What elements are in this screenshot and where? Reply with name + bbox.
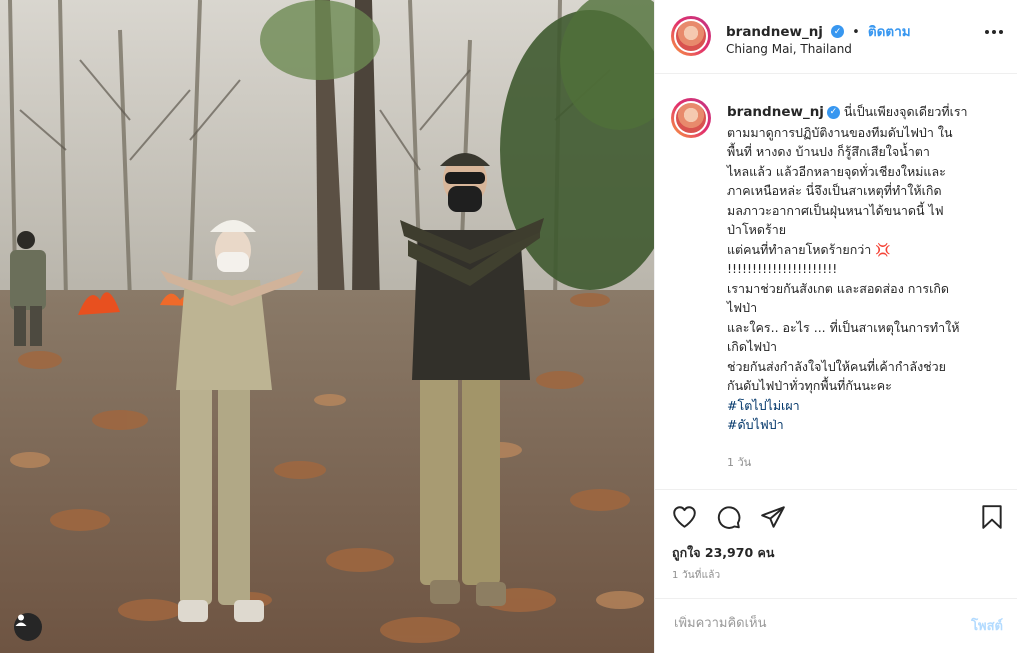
share-icon[interactable]: [760, 504, 786, 530]
post-side-panel: brandnew_nj ✓ • ติดตาม Chiang Mai, Thail…: [654, 0, 1017, 653]
follow-button[interactable]: ติดตาม: [868, 24, 911, 40]
comment-input[interactable]: [672, 615, 946, 632]
post-timestamp[interactable]: 1 วันที่แล้ว: [672, 568, 720, 583]
bookmark-icon[interactable]: [979, 504, 1005, 530]
post-comment-button[interactable]: โพสต์: [971, 615, 1003, 636]
avatar[interactable]: [671, 16, 711, 56]
hashtag-link[interactable]: #โตไปไม่เผา: [727, 396, 997, 416]
hashtag-link[interactable]: #ดับไฟป่า: [727, 415, 997, 435]
comment-bar: โพสต์: [655, 598, 1017, 653]
verified-badge-icon: ✓: [826, 106, 840, 119]
post-actions: ถูกใจ 23,970 คน 1 วันที่แล้ว: [655, 489, 1017, 609]
caption-text-block: brandnew_nj ✓ นี่เป็นเพียงจุดเดียวที่เรา …: [727, 102, 997, 435]
username-link[interactable]: brandnew_nj: [726, 24, 823, 40]
caption-username-link[interactable]: brandnew_nj: [727, 104, 824, 120]
post-header: brandnew_nj ✓ • ติดตาม Chiang Mai, Thail…: [655, 0, 1017, 74]
user-tag-icon[interactable]: [14, 613, 42, 641]
likes-count[interactable]: ถูกใจ 23,970 คน: [672, 543, 774, 563]
post-photo[interactable]: [0, 0, 654, 653]
caption-text: นี่เป็นเพียงจุดเดียวที่เรา ตามมาดูการปฏิ…: [727, 104, 968, 393]
location-link[interactable]: Chiang Mai, Thailand: [726, 42, 852, 56]
caption-area: brandnew_nj ✓ นี่เป็นเพียงจุดเดียวที่เรา …: [655, 75, 1017, 488]
comment-icon[interactable]: [715, 504, 742, 530]
heart-icon[interactable]: [671, 504, 698, 530]
forest-scene-image: [0, 0, 654, 653]
separator-dot: •: [852, 25, 860, 40]
more-options-icon[interactable]: [985, 30, 1003, 34]
caption-age: 1 วัน: [727, 456, 752, 469]
verified-badge-icon: ✓: [831, 25, 845, 38]
caption-avatar[interactable]: [671, 98, 711, 138]
